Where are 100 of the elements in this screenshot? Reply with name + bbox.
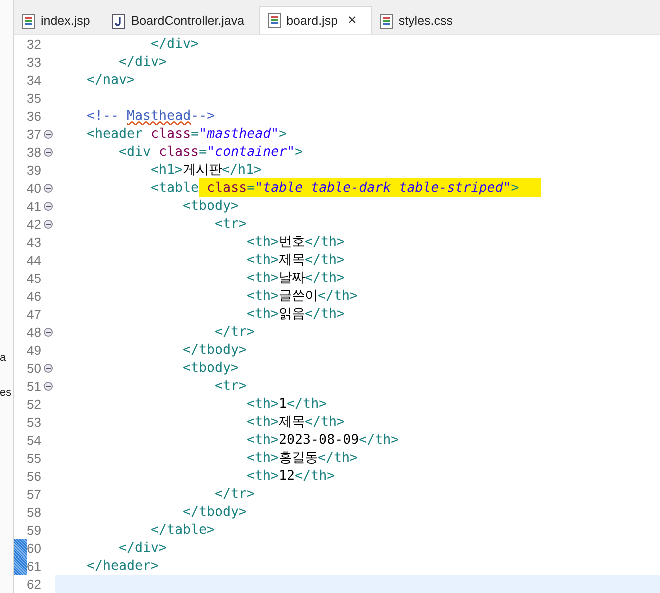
line-number: 53 (27, 414, 42, 430)
fold-icon[interactable] (44, 364, 53, 372)
line-number: 54 (27, 432, 42, 448)
code-token: </tr> (215, 486, 256, 502)
line-number: 34 (27, 72, 42, 88)
fold-icon[interactable] (44, 148, 53, 156)
line-number: 40 (27, 180, 42, 196)
code-token: <th> (247, 396, 280, 412)
line-number: 43 (27, 234, 42, 250)
code-token: 홍길동 (279, 450, 318, 467)
code-token: </th> (305, 306, 346, 322)
code-token: </div> (151, 36, 200, 52)
code-token: </nav> (87, 72, 136, 88)
line-number: 59 (27, 522, 42, 538)
editor-tab[interactable]: index.jsp (14, 8, 104, 34)
line-number: 47 (27, 306, 42, 322)
code-token: 게시판 (183, 162, 222, 179)
java-file-icon (112, 14, 126, 28)
code-token: </th> (318, 450, 358, 466)
line-number: 46 (27, 288, 42, 304)
line-number: 61 (27, 558, 42, 574)
code-token: <th> (247, 450, 280, 466)
code-token: <th> (247, 288, 280, 304)
fold-icon[interactable] (44, 220, 53, 228)
code-token: </div> (119, 54, 168, 70)
fold-icon[interactable] (44, 130, 53, 138)
code-token: "container" (207, 144, 296, 160)
line-number: 48 (27, 324, 42, 340)
line-number: 41 (27, 198, 42, 214)
panel-text: es (0, 387, 12, 400)
code-token: </th> (287, 396, 328, 412)
highlighted-code: "table table-dark table-striped" (255, 178, 512, 198)
code-token: </th> (305, 414, 346, 430)
code-token: <th> (247, 306, 280, 322)
highlighted-code: class (199, 178, 248, 198)
code-token: <header (87, 126, 144, 142)
code-token: </th> (305, 252, 346, 268)
editor-tab[interactable]: board.jsp × (258, 6, 372, 34)
code-token: </tbody> (183, 504, 248, 520)
file-icon (380, 14, 393, 28)
code-token: "masthead" (199, 126, 280, 142)
line-number: 57 (27, 486, 42, 502)
code-token: </table> (151, 522, 216, 538)
line-number: 62 (27, 576, 42, 592)
code-token: </th> (305, 234, 346, 250)
file-icon (268, 13, 281, 28)
code-token: <tr> (215, 216, 248, 232)
code-token: 제목 (279, 414, 306, 431)
fold-icon[interactable] (44, 382, 53, 390)
fold-icon[interactable] (44, 328, 53, 336)
line-number: 45 (27, 270, 42, 286)
close-icon[interactable]: × (348, 13, 357, 28)
line-number: 58 (27, 504, 42, 520)
code-token: class (151, 126, 192, 142)
line-number: 50 (27, 360, 42, 376)
code-token: > (279, 126, 288, 142)
line-number: 44 (27, 252, 42, 268)
editor-tab[interactable]: BoardController.java (104, 8, 259, 34)
code-token: </header> (87, 558, 160, 574)
line-number: 33 (27, 54, 42, 70)
line-number: 52 (27, 396, 42, 412)
line-number: 37 (27, 126, 42, 142)
code-token: <table (151, 180, 200, 196)
panel-text: a (0, 352, 6, 365)
code-token: 1 (279, 396, 288, 412)
line-number: 49 (27, 342, 42, 358)
code-token: </th> (295, 468, 336, 484)
highlighted-code: > (511, 178, 542, 198)
code-token: Masthead (127, 108, 192, 124)
code-token: 읽음 (279, 306, 306, 323)
editor-tab[interactable]: styles.css (372, 8, 467, 34)
line-number: 56 (27, 468, 42, 484)
code-token: </th> (359, 432, 400, 448)
code-token: 날짜 (279, 270, 306, 287)
line-number: 38 (27, 144, 42, 160)
code-token: 글쓴이 (279, 288, 318, 305)
code-token: <h1> (151, 162, 184, 178)
fold-icon[interactable] (44, 202, 53, 210)
code-token: <th> (247, 432, 280, 448)
line-number: 32 (27, 36, 42, 52)
code-token: <th> (247, 468, 280, 484)
code-token: = (199, 144, 208, 160)
code-token: </tr> (215, 324, 256, 340)
code-token: > (295, 144, 304, 160)
line-number: 39 (27, 162, 42, 178)
code-token: <th> (247, 414, 280, 430)
code-token: </div> (119, 540, 168, 556)
line-number: 35 (27, 90, 42, 106)
code-token: <tbody> (183, 198, 240, 214)
code-token: 2023-08-09 (279, 432, 360, 448)
code-token: class (159, 144, 200, 160)
code-token: </h1> (222, 162, 262, 178)
code-token: 번호 (279, 234, 306, 251)
code-token: </th> (318, 288, 358, 304)
code-token: <tr> (215, 378, 248, 394)
fold-icon[interactable] (44, 184, 53, 192)
code-token: <div (119, 144, 152, 160)
code-token: <th> (247, 234, 280, 250)
code-token: = (191, 126, 200, 142)
line-number: 51 (27, 378, 42, 394)
